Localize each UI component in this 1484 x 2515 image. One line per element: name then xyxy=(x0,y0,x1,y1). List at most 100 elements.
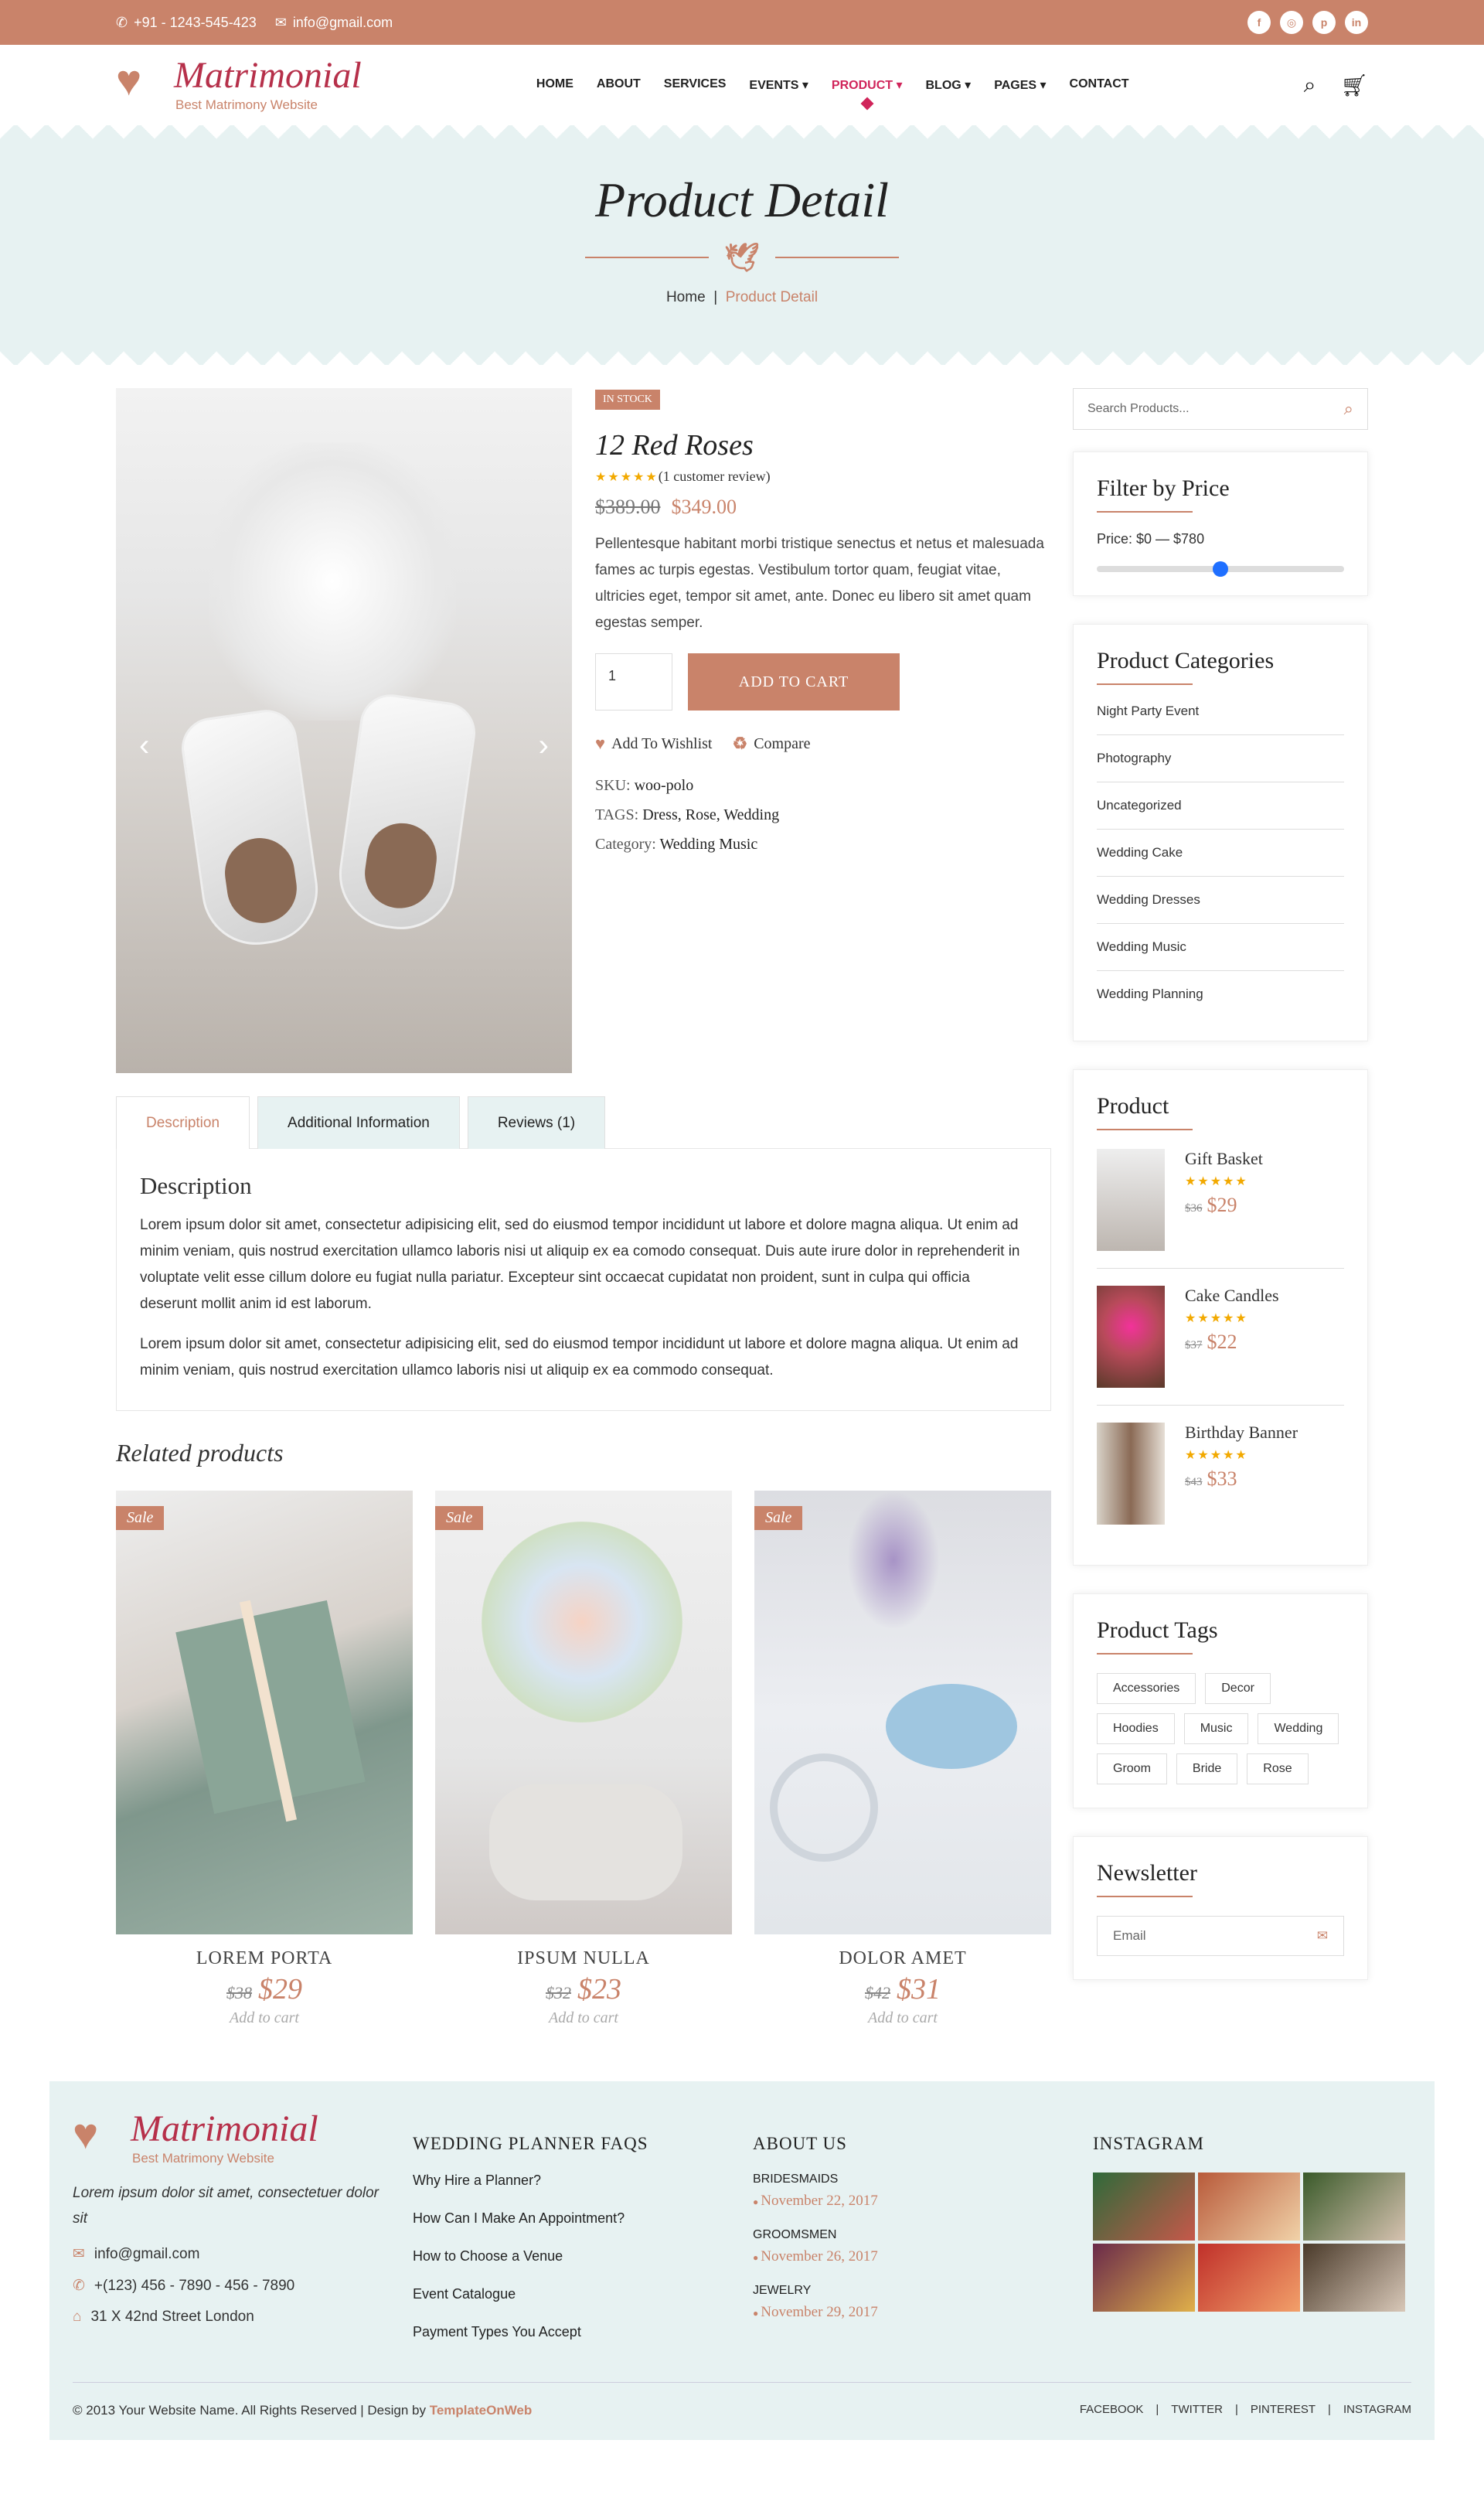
compare-link[interactable]: ♻ Compare xyxy=(732,734,810,754)
tab-additional-info[interactable]: Additional Information xyxy=(257,1096,460,1149)
tag-link[interactable]: Accessories xyxy=(1097,1673,1196,1704)
footer-email[interactable]: ✉ info@gmail.com xyxy=(73,2245,413,2263)
tags-value[interactable]: Dress, Rose, Wedding xyxy=(642,806,779,823)
nav-pages[interactable]: PAGES ▾ xyxy=(994,77,1046,93)
topbar: ✆ +91 - 1243-545-423 ✉ info@gmail.com f ◎ … xyxy=(0,0,1484,45)
product-image[interactable]: Sale xyxy=(116,1491,413,1934)
quantity-input[interactable]: 1 xyxy=(595,653,672,711)
newsletter-email-input[interactable]: Email ✉ xyxy=(1097,1916,1344,1956)
tag-link[interactable]: Music xyxy=(1183,1713,1249,1744)
page-header: Product Detail 🕊︎ Home | Product Detail xyxy=(0,125,1484,365)
category-link[interactable]: Wedding Music xyxy=(1097,924,1344,971)
twitter-link[interactable]: TWITTER xyxy=(1171,2403,1223,2418)
facebook-icon[interactable]: f xyxy=(1247,11,1271,34)
related-product-card[interactable]: Sale LOREM PORTA $38 $29 Add to cart xyxy=(116,1491,413,2027)
product-name[interactable]: LOREM PORTA xyxy=(116,1948,413,1969)
next-arrow-icon[interactable]: › xyxy=(539,728,549,763)
faq-link[interactable]: Why Hire a Planner? xyxy=(413,2173,753,2189)
product-name[interactable]: DOLOR AMET xyxy=(754,1948,1051,1969)
menu: HOME ABOUT SERVICES EVENTS ▾ PRODUCT ▾ B… xyxy=(536,77,1129,93)
product-image[interactable]: Sale xyxy=(754,1491,1051,1934)
tag-link[interactable]: Bride xyxy=(1176,1753,1238,1784)
product-thumbnail[interactable] xyxy=(1097,1423,1165,1525)
facebook-link[interactable]: FACEBOOK xyxy=(1080,2403,1144,2418)
tag-link[interactable]: Rose xyxy=(1247,1753,1309,1784)
nav-events[interactable]: EVENTS ▾ xyxy=(749,77,808,93)
prev-arrow-icon[interactable]: ‹ xyxy=(139,728,149,763)
instagram-photo[interactable] xyxy=(1303,2244,1405,2312)
sidebar-product[interactable]: Cake Candles ★★★★★ $37 $22 xyxy=(1097,1286,1344,1406)
product-thumbnail[interactable] xyxy=(1097,1149,1165,1251)
breadcrumb-home[interactable]: Home xyxy=(666,289,706,305)
cart-icon[interactable]: 🛒︎ xyxy=(1340,73,1368,98)
nav-contact[interactable]: CONTACT xyxy=(1070,77,1129,93)
product-image[interactable]: Sale xyxy=(435,1491,732,1934)
tab-description[interactable]: Description xyxy=(116,1096,250,1149)
tab-reviews[interactable]: Reviews (1) xyxy=(467,1096,606,1149)
faq-link[interactable]: Payment Types You Accept xyxy=(413,2324,753,2340)
instagram-link[interactable]: INSTAGRAM xyxy=(1343,2403,1411,2418)
old-price: $389.00 xyxy=(595,496,661,518)
instagram-photo[interactable] xyxy=(1093,2244,1195,2312)
footer-phone[interactable]: ✆ +(123) 456 - 7890 - 456 - 7890 xyxy=(73,2277,413,2295)
pinterest-icon[interactable]: p xyxy=(1312,11,1336,34)
designer-link[interactable]: TemplateOnWeb xyxy=(430,2403,533,2418)
product-thumbnail[interactable] xyxy=(1097,1286,1165,1388)
nav-home[interactable]: HOME xyxy=(536,77,574,93)
search-icon[interactable]: ⌕ xyxy=(1344,399,1353,419)
breadcrumb: Home | Product Detail xyxy=(0,289,1484,306)
instagram-photo[interactable] xyxy=(1198,2244,1300,2312)
tag-link[interactable]: Groom xyxy=(1097,1753,1167,1784)
sale-badge: Sale xyxy=(754,1506,803,1530)
faq-link[interactable]: How to Choose a Venue xyxy=(413,2248,753,2265)
category-link[interactable]: Wedding Dresses xyxy=(1097,877,1344,924)
phone-contact[interactable]: ✆ +91 - 1243-545-423 xyxy=(116,15,257,31)
search-icon[interactable]: ⌕ xyxy=(1304,73,1316,98)
category-link[interactable]: Uncategorized xyxy=(1097,782,1344,830)
nav-product[interactable]: PRODUCT ▾ xyxy=(832,77,903,93)
tag-link[interactable]: Decor xyxy=(1205,1673,1271,1704)
faq-link[interactable]: Event Catalogue xyxy=(413,2286,753,2302)
instagram-icon[interactable]: ◎ xyxy=(1280,11,1303,34)
add-to-cart-link[interactable]: Add to cart xyxy=(435,2009,732,2027)
nav-blog[interactable]: BLOG ▾ xyxy=(926,77,972,93)
category-link[interactable]: Photography xyxy=(1097,735,1344,782)
category-value[interactable]: Wedding Music xyxy=(660,836,758,853)
category-link[interactable]: Wedding Cake xyxy=(1097,830,1344,877)
nav-services[interactable]: SERVICES xyxy=(664,77,727,93)
add-to-cart-link[interactable]: Add to cart xyxy=(116,2009,413,2027)
sidebar-product[interactable]: Birthday Banner ★★★★★ $43 $33 xyxy=(1097,1423,1344,1542)
tag-link[interactable]: Hoodies xyxy=(1097,1713,1175,1744)
add-to-cart-link[interactable]: Add to cart xyxy=(754,2009,1051,2027)
widget-title: Newsletter xyxy=(1097,1860,1344,1897)
widget-title: Product Categories xyxy=(1097,648,1344,685)
logo[interactable]: ♥ Matrimonial Best Matrimony Website xyxy=(116,57,362,113)
send-mail-icon[interactable]: ✉ xyxy=(1317,1928,1328,1944)
slider-handle[interactable] xyxy=(1213,561,1228,577)
product-search-input[interactable]: Search Products... ⌕ xyxy=(1073,388,1368,430)
product-name[interactable]: IPSUM NULLA xyxy=(435,1948,732,1969)
price-slider[interactable] xyxy=(1097,561,1344,577)
add-to-cart-button[interactable]: ADD TO CART xyxy=(688,653,900,711)
linkedin-icon[interactable]: in xyxy=(1345,11,1368,34)
related-product-card[interactable]: Sale IPSUM NULLA $32 $23 Add to cart xyxy=(435,1491,732,2027)
category-link[interactable]: Wedding Planning xyxy=(1097,971,1344,1017)
instagram-photo[interactable] xyxy=(1198,2173,1300,2241)
faq-link[interactable]: How Can I Make An Appointment? xyxy=(413,2210,753,2227)
tag-link[interactable]: Wedding xyxy=(1258,1713,1339,1744)
pinterest-link[interactable]: PINTEREST xyxy=(1251,2403,1316,2418)
about-item[interactable]: BRIDESMAIDSNovember 22, 2017 xyxy=(753,2173,1093,2210)
instagram-photo[interactable] xyxy=(1303,2173,1405,2241)
wishlist-link[interactable]: ♥ Add To Wishlist xyxy=(595,734,712,754)
email-contact[interactable]: ✉ info@gmail.com xyxy=(275,15,393,31)
widget-title: Filter by Price xyxy=(1097,475,1344,513)
nav-about[interactable]: ABOUT xyxy=(597,77,641,93)
sidebar-product[interactable]: Gift Basket ★★★★★ $36 $29 xyxy=(1097,1149,1344,1269)
about-item[interactable]: GROOMSMENNovember 26, 2017 xyxy=(753,2228,1093,2265)
about-item[interactable]: JEWELRYNovember 29, 2017 xyxy=(753,2284,1093,2321)
product-rating[interactable]: ★★★★★(1 customer review) xyxy=(595,469,1051,485)
footer-logo[interactable]: ♥ Matrimonial Best Matrimony Website xyxy=(73,2111,413,2166)
instagram-photo[interactable] xyxy=(1093,2173,1195,2241)
category-link[interactable]: Night Party Event xyxy=(1097,704,1344,735)
related-product-card[interactable]: Sale DOLOR AMET $42 $31 Add to cart xyxy=(754,1491,1051,2027)
